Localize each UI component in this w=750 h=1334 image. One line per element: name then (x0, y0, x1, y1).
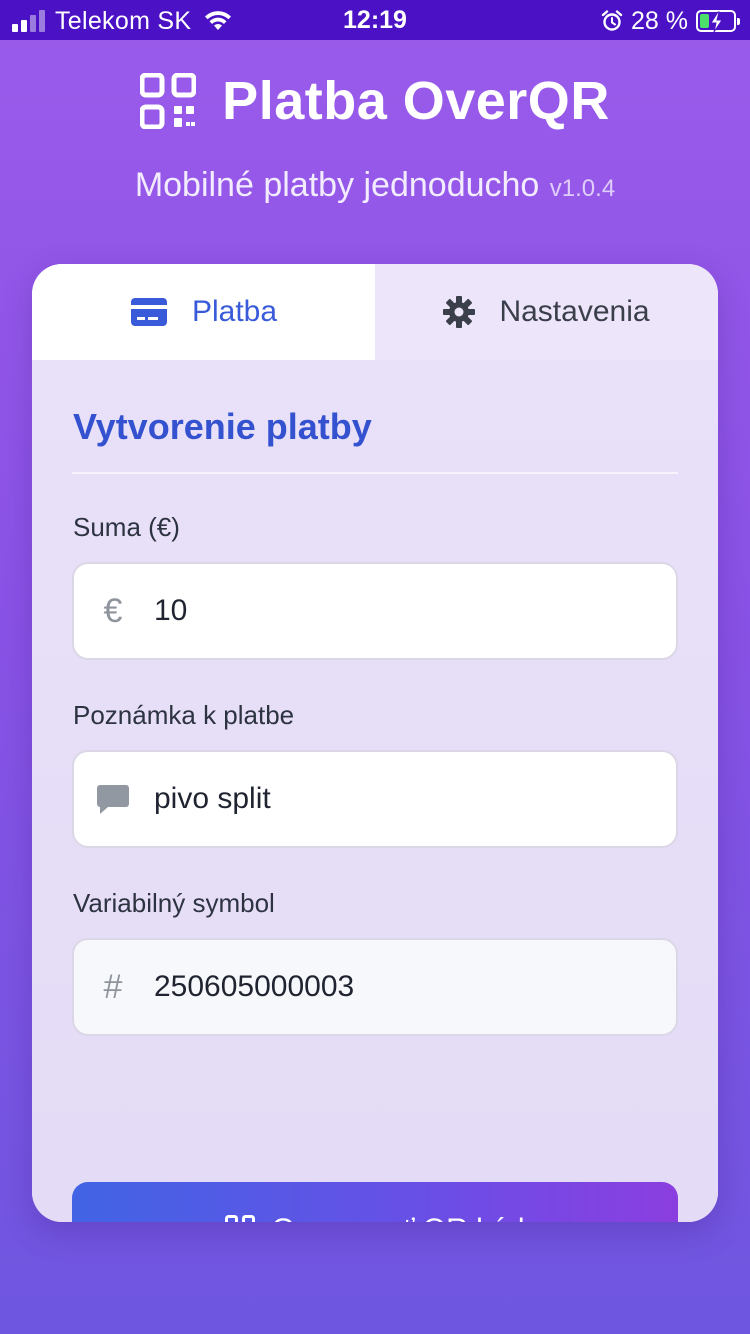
battery-percentage: 28 % (631, 6, 688, 35)
comment-icon (74, 783, 152, 815)
credit-card-icon (130, 298, 167, 326)
alarm-icon (601, 10, 623, 31)
title-divider (72, 472, 678, 474)
tab-platba-label: Platba (191, 295, 278, 328)
app-subtitle: Mobilné platby jednoducho (134, 166, 540, 204)
status-right: 28 % (601, 6, 740, 36)
qr-code-icon (140, 73, 197, 129)
generate-qr-label: Generovať QR kód (271, 1213, 524, 1222)
subtitle-row: Mobilné platby jednoducho v1.0.4 (0, 166, 750, 205)
amount-field[interactable]: € 10 (72, 562, 678, 660)
euro-icon: € (103, 591, 123, 630)
tab-platba[interactable]: Platba (32, 264, 375, 360)
variable-symbol-field[interactable]: # 250605000003 (72, 938, 678, 1036)
note-label: Poznámka k platbe (73, 700, 295, 730)
note-field[interactable]: pivo split (72, 750, 678, 848)
battery-nub (737, 18, 740, 25)
tab-nastavenia[interactable]: Nastavenia (375, 264, 718, 360)
qr-code-icon (225, 1215, 256, 1222)
battery-icon (696, 10, 740, 33)
amount-label: Suma (€) (73, 512, 180, 542)
app-version: v1.0.4 (549, 175, 616, 202)
section-title: Vytvorenie platby (73, 406, 372, 447)
generate-qr-button[interactable]: Generovať QR kód (72, 1182, 678, 1222)
variable-symbol-value[interactable]: 250605000003 (152, 970, 354, 1004)
payment-form: Vytvorenie platby Suma (€) € 10 Poznámka… (32, 360, 718, 1222)
amount-value[interactable]: 10 (152, 594, 187, 628)
app-header: Platba OverQR (0, 70, 750, 132)
variable-symbol-label: Variabilný symbol (73, 888, 275, 918)
tab-bar: Platba Nastavenia (32, 264, 718, 360)
hash-icon: # (103, 967, 123, 1006)
gear-icon (443, 296, 476, 328)
payment-card: Platba Nastavenia Vytvorenie platby Suma… (32, 264, 718, 1222)
app-title: Platba OverQR (222, 71, 610, 131)
charging-bolt-icon (710, 11, 723, 33)
tab-nastavenia-label: Nastavenia (499, 295, 650, 328)
note-value[interactable]: pivo split (152, 782, 271, 816)
status-bar: Telekom SK 12:19 28 % (0, 0, 750, 40)
